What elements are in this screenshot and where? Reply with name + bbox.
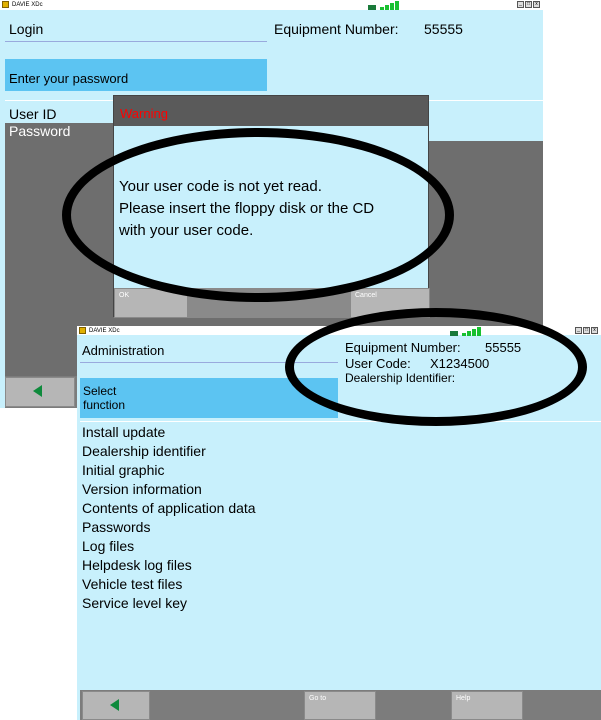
menu-item-service-level-key[interactable]: Service level key [82, 594, 256, 613]
login-equipment-value: 55555 [424, 21, 463, 37]
password-label: Password [9, 123, 71, 139]
admin-window-controls: _ □ x [575, 327, 598, 334]
app-icon [2, 1, 9, 8]
back-arrow-icon [110, 699, 119, 711]
warning-title: Warning [120, 106, 168, 121]
close-icon[interactable]: x [533, 1, 540, 8]
admin-title-underline [80, 362, 338, 363]
login-title-panel [5, 20, 267, 42]
admin-screen-title: Administration [82, 343, 165, 358]
warning-line-1: Your user code is not yet read. [119, 178, 322, 195]
warning-ok-button[interactable]: OK [114, 288, 188, 318]
goto-button[interactable]: Go to [304, 691, 376, 720]
menu-item-contents-application-data[interactable]: Contents of application data [82, 499, 256, 518]
maximize-icon[interactable]: □ [583, 327, 590, 334]
admin-app-title: DAVIE XDc [89, 328, 120, 334]
admin-user-code-label: User Code: [345, 356, 411, 371]
warning-line-2: Please insert the floppy disk or the CD [119, 200, 375, 217]
back-arrow-icon [33, 385, 42, 397]
close-icon[interactable]: x [591, 327, 598, 334]
login-titlebar: DAVIE XDc _ □ x [0, 0, 543, 10]
maximize-icon[interactable]: □ [525, 1, 532, 8]
menu-item-dealership-identifier[interactable]: Dealership identifier [82, 442, 256, 461]
menu-item-install-update[interactable]: Install update [82, 423, 256, 442]
menu-item-helpdesk-log-files[interactable]: Helpdesk log files [82, 556, 256, 575]
warning-line-3: with your user code. [119, 222, 254, 239]
admin-divider [80, 421, 601, 422]
admin-equipment-label: Equipment Number: [345, 340, 461, 355]
menu-item-passwords[interactable]: Passwords [82, 518, 256, 537]
login-app-title: DAVIE XDc [12, 2, 43, 8]
warning-dialog: Warning Your user code is not yet read. … [113, 95, 430, 318]
login-screen-title: Login [9, 21, 44, 37]
admin-dealership-label: Dealership Identifier: [345, 371, 456, 385]
admin-equipment-value: 55555 [485, 340, 522, 355]
minimize-icon[interactable]: _ [575, 327, 582, 334]
admin-function-list: Install update Dealership identifier Ini… [82, 423, 256, 613]
help-button[interactable]: Help [451, 691, 523, 720]
admin-titlebar: DAVIE XDc _ □ x [77, 326, 601, 336]
user-id-label: User ID [9, 106, 57, 122]
login-equipment-label: Equipment Number: [274, 21, 399, 37]
signal-strength-icon [368, 1, 399, 10]
menu-item-initial-graphic[interactable]: Initial graphic [82, 461, 256, 480]
admin-user-code-value: X1234500 [430, 356, 490, 371]
menu-item-vehicle-test-files[interactable]: Vehicle test files [82, 575, 256, 594]
login-prompt: Enter your password [9, 71, 129, 86]
admin-window: DAVIE XDc _ □ x Administration Select fu… [77, 326, 601, 720]
admin-select-label: Select function [83, 384, 126, 412]
menu-item-version-information[interactable]: Version information [82, 480, 256, 499]
menu-item-log-files[interactable]: Log files [82, 537, 256, 556]
minimize-icon[interactable]: _ [517, 1, 524, 8]
app-icon [79, 327, 86, 334]
signal-strength-icon [450, 327, 481, 336]
login-window-controls: _ □ x [517, 1, 540, 8]
warning-cancel-button[interactable]: Cancel [350, 288, 430, 318]
